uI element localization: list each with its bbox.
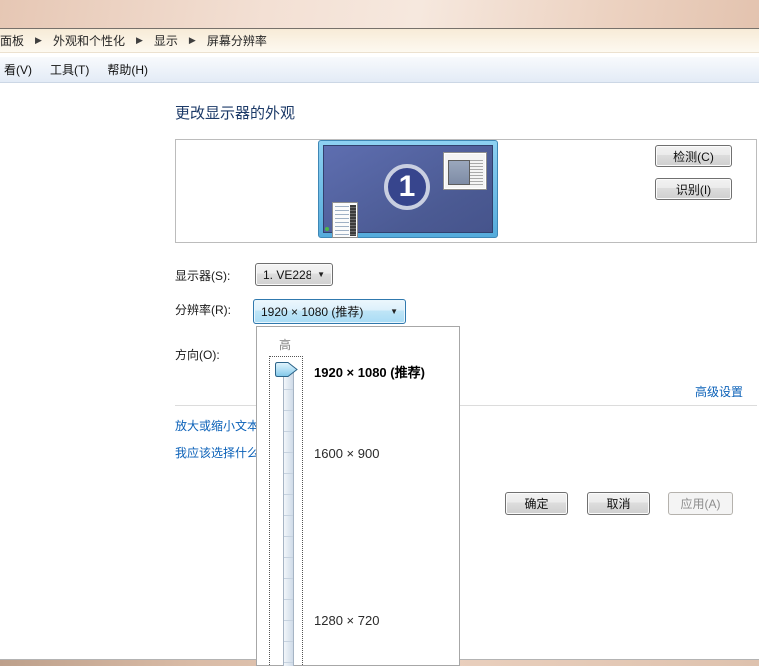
monitor-number-badge: 1 <box>384 164 430 210</box>
resolution-option-1280x720[interactable]: 1280 × 720 <box>314 613 379 628</box>
display-combobox-value: 1. VE228 <box>263 267 312 282</box>
page-title: 更改显示器的外观 <box>175 105 296 122</box>
breadcrumb-item-display[interactable]: 显示 <box>154 32 178 49</box>
resolution-combobox[interactable]: 1920 × 1080 (推荐) ▼ <box>253 299 406 324</box>
chevron-down-icon: ▼ <box>390 307 398 316</box>
breadcrumb-arrow-icon: ▶ <box>35 35 42 45</box>
display-label: 显示器(S): <box>175 269 231 283</box>
menu-bar: 看(V) 工具(T) 帮助(H) <box>0 57 759 83</box>
detect-button[interactable]: 检测(C) <box>655 145 732 167</box>
resolution-slider-thumb[interactable] <box>274 361 299 378</box>
apply-button[interactable]: 应用(A) <box>668 492 733 515</box>
display-settings-help-link[interactable]: 我应该选择什么 <box>175 444 259 461</box>
breadcrumb: 面板 ▶ 外观和个性化 ▶ 显示 ▶ 屏幕分辨率 <box>0 28 759 53</box>
resolution-option-1600x900[interactable]: 1600 × 900 <box>314 446 379 461</box>
breadcrumb-arrow-icon: ▶ <box>135 35 143 45</box>
resolution-option-1920x1080[interactable]: 1920 × 1080 (推荐) <box>314 362 425 381</box>
monitor-screen: 1 <box>323 145 493 238</box>
breadcrumb-item-appearance[interactable]: 外观和个性化 <box>53 32 125 49</box>
display-combobox[interactable]: 1. VE228 ▼ <box>255 263 333 286</box>
desktop-wallpaper-top <box>0 0 759 28</box>
ok-button[interactable]: 确定 <box>505 492 568 515</box>
menu-view[interactable]: 看(V) <box>0 58 41 81</box>
slider-high-label: 高 <box>279 338 292 352</box>
desktop-thumbnail-window <box>443 152 487 190</box>
orientation-label: 方向(O): <box>175 348 220 362</box>
screen-resolution-window: 面板 ▶ 外观和个性化 ▶ 显示 ▶ 屏幕分辨率 看(V) 工具(T) 帮助(H… <box>0 0 759 666</box>
resolution-dropdown-panel: 高 1920 × 1080 (推荐) 1600 × 900 1280 × 720 <box>256 326 460 666</box>
breadcrumb-item-control-panel[interactable]: 面板 <box>0 32 24 49</box>
scale-text-link[interactable]: 放大或缩小文本 <box>175 417 259 434</box>
breadcrumb-arrow-icon: ▶ <box>188 35 196 45</box>
cancel-button[interactable]: 取消 <box>587 492 650 515</box>
start-orb-icon <box>325 227 329 231</box>
chevron-down-icon: ▼ <box>317 270 325 279</box>
identify-button[interactable]: 识别(I) <box>655 178 732 200</box>
resolution-slider-track[interactable] <box>283 368 294 666</box>
resolution-combobox-value: 1920 × 1080 (推荐) <box>261 305 364 319</box>
menu-help[interactable]: 帮助(H) <box>98 58 157 81</box>
menu-tools[interactable]: 工具(T) <box>41 58 98 81</box>
desktop-thumbnail-window <box>332 202 358 238</box>
resolution-label: 分辨率(R): <box>175 303 231 317</box>
monitor-1-preview[interactable]: 1 <box>318 140 498 238</box>
monitor-number: 1 <box>398 170 416 203</box>
advanced-settings-link[interactable]: 高级设置 <box>695 383 743 400</box>
breadcrumb-item-screen-resolution[interactable]: 屏幕分辨率 <box>207 32 267 49</box>
